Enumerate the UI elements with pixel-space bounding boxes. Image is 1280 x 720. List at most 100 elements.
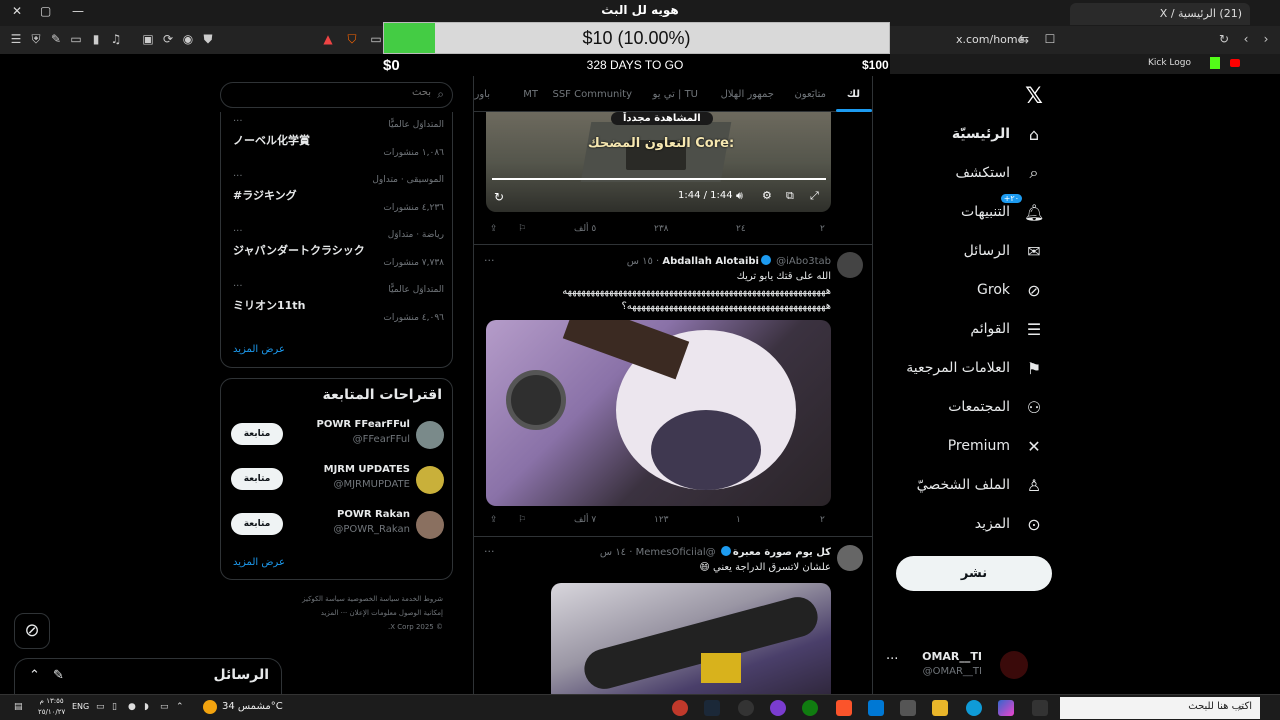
trend-item[interactable]: المتداوَل عالميًّا ··· ミリオン11th ٤,٠٩٦ من… [221,281,452,340]
trend-more-icon[interactable]: ··· [233,281,243,292]
follow-button[interactable]: متابعة [231,468,283,490]
tweet-more-icon[interactable]: ··· [484,545,495,558]
nav-grok[interactable]: ⊘ Grok [864,274,1044,306]
cast-icon[interactable]: ▭ [368,32,384,46]
tweet-time[interactable]: ١٥ س [627,256,653,267]
new-message-icon[interactable]: ✎ [53,668,64,683]
close-window-icon[interactable]: ✕ [12,4,22,18]
tab-for-you[interactable]: لك [847,89,860,100]
expand-icon[interactable]: ⌃ [29,668,40,683]
app-icon[interactable] [672,700,688,716]
author-name[interactable]: Abdallah Alotaibi [662,256,759,267]
nav-communities[interactable]: ⚇ المجتمعات [864,391,1044,423]
browser-tab[interactable]: (21) الرئيسية / X [1070,3,1250,25]
search-box[interactable]: ⌕ [220,82,453,108]
avatar[interactable] [837,252,863,278]
taskbar-search[interactable]: اكتب هنا للبحث [1060,697,1260,719]
bookmark-icon[interactable]: ⚐ [518,515,526,525]
extension-icon[interactable]: ✎ [48,32,64,46]
video-player[interactable]: المشاهدة مجدداً التعاون المضحك Core: ↻ 1… [486,112,831,212]
tray-icon[interactable]: ▯ [112,702,117,712]
views-count[interactable]: ٥ ألف [574,224,596,234]
nav-messages[interactable]: ✉ الرسائل [864,235,1044,267]
follow-button[interactable]: متابعة [231,423,283,445]
brave-icon[interactable]: ⛉ [344,32,360,47]
reader-icon[interactable]: ▮ [88,32,104,46]
steam-icon[interactable] [704,700,720,716]
sidebar-icon[interactable]: ▭ [68,32,84,46]
nav-more[interactable]: ⊙ المزيد [864,508,1044,540]
share-icon[interactable]: ⇪ [490,515,498,525]
pip-icon[interactable]: ⧉ [786,189,794,203]
tweet-more-icon[interactable]: ··· [484,254,495,267]
suggestion-handle[interactable]: @MJRMUPDATE [333,479,410,490]
tray-icon[interactable]: ▭ [96,702,105,712]
views-count[interactable]: ٧ ألف [574,515,596,525]
footer-line-1[interactable]: شروط الخدمة سياسة الخصوصية سياسة الكوكيز [220,592,443,606]
store-icon[interactable] [900,700,916,716]
maximize-window-icon[interactable]: ▢ [40,4,51,18]
suggestion-name[interactable]: POWR FFearFFul [317,419,410,430]
trend-more-icon[interactable]: ··· [233,226,243,237]
trends-show-more[interactable]: عرض المزيد [233,344,285,355]
avatar[interactable] [416,421,444,449]
copilot-icon[interactable] [998,700,1014,716]
nav-home[interactable]: ⌂ الرئيسيّة [864,118,1044,150]
site-settings-icon[interactable]: ⇆ [1016,32,1032,46]
tray-expand-icon[interactable]: ⌃ [176,702,184,712]
share-icon[interactable]: ⇪ [490,224,498,234]
replay-icon[interactable]: ↻ [494,190,504,204]
trend-more-icon[interactable]: ··· [233,116,243,127]
nav-lists[interactable]: ☰ القوائم [864,313,1044,345]
volume-icon[interactable]: 🔊︎ [736,189,743,203]
file-explorer-icon[interactable] [932,700,948,716]
forward-icon[interactable]: › [1258,32,1274,46]
brave-icon[interactable] [836,700,852,716]
author-name[interactable]: كل يوم صورة معبرة [733,547,831,558]
bookmark-kick[interactable]: Kick Logo [1148,58,1191,68]
wifi-icon[interactable]: ◉ [180,32,196,46]
music-icon[interactable]: ♫ [108,32,124,46]
tab-power[interactable]: باور [475,89,491,100]
minimize-window-icon[interactable]: — [72,4,84,18]
likes-count[interactable]: ٢٣٨ [654,224,669,234]
edge-icon[interactable] [966,700,982,716]
author-handle[interactable]: @MemesOficiial [636,547,716,558]
post-button[interactable]: نشر [896,556,1052,591]
nav-notifications[interactable]: 🔔︎ +٢٠ التنبيهات [864,194,1044,228]
outlook-icon[interactable] [868,700,884,716]
kick-logo-icon[interactable] [1210,57,1220,69]
suggestion-handle[interactable]: @FFearFFul [353,434,410,445]
follow-show-more[interactable]: عرض المزيد [233,557,285,568]
replies-count[interactable]: ٢ [820,515,825,525]
network-icon[interactable]: ▭ [160,702,169,712]
settings-icon[interactable]: ⚙ [762,189,772,202]
grok-floating-button[interactable]: ⊘ [14,613,50,649]
xbox-icon[interactable] [802,700,818,716]
follow-suggestion[interactable]: POWR FFearFFul @FFearFFul متابعة [221,419,454,459]
follow-suggestion[interactable]: MJRM UPDATES @MJRMUPDATE متابعة [221,464,454,504]
follow-button[interactable]: متابعة [231,513,283,535]
sync-icon[interactable]: ⟳ [160,32,176,46]
tweet-image[interactable] [486,320,831,506]
language-indicator[interactable]: ENG [72,702,89,711]
suggestion-handle[interactable]: @POWR_Rakan [333,524,410,535]
tab-tu[interactable]: تي يو | TU [653,89,698,100]
weather-widget[interactable]: مشمس 34°C [222,701,283,712]
search-input[interactable] [231,87,431,98]
shield-icon[interactable]: ⛨ [28,32,44,47]
video-progress-bar[interactable] [492,178,826,180]
nav-bookmarks[interactable]: ⚑ العلامات المرجعية [864,352,1044,384]
account-more-icon[interactable]: ··· [886,652,898,667]
fullscreen-icon[interactable]: ⤢ [810,189,819,203]
account-switcher[interactable]: ··· OMAR__TI @OMAR__TI [886,648,1056,680]
suggestion-name[interactable]: MJRM UPDATES [324,464,410,475]
avatar[interactable] [416,466,444,494]
screenshot-icon[interactable]: ▣ [140,32,156,46]
microphone-icon[interactable]: ● [128,702,136,712]
vpn-icon[interactable]: ⛊ [200,32,216,47]
rewards-icon[interactable]: ▲ [320,32,336,46]
tab-hilal[interactable]: جمهور الهلال [721,89,774,100]
tab-mt[interactable]: MT [523,89,538,100]
messages-drawer[interactable]: ⌃ ✎ الرسائل [14,658,282,694]
